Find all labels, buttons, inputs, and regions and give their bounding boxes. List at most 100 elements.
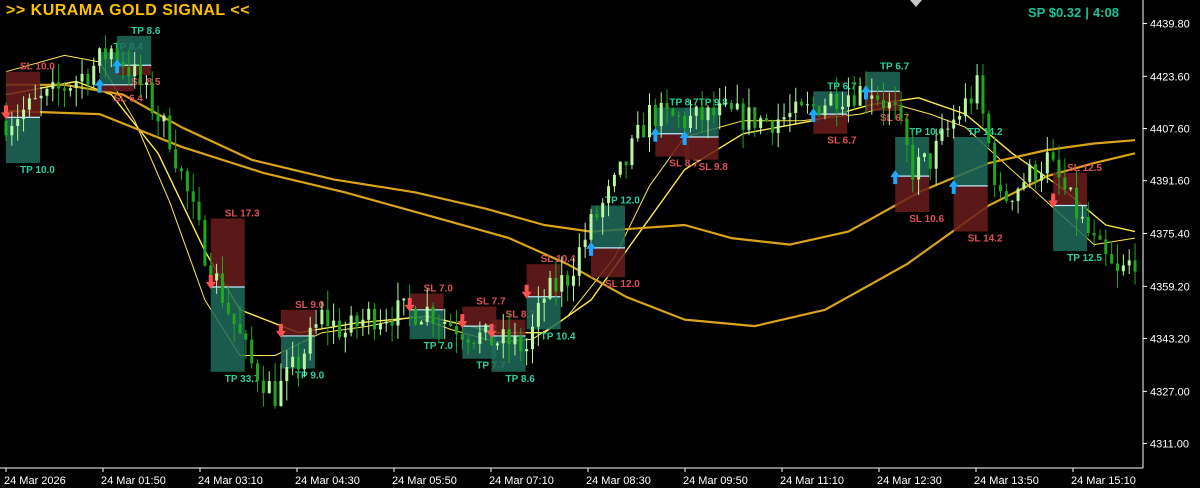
- bull-candle: [940, 129, 944, 141]
- sl-label: SL 12.5: [1067, 163, 1102, 174]
- bear-candle: [741, 103, 745, 130]
- sl-label: SL 12.0: [605, 279, 640, 290]
- tp-label: TP 6.7: [880, 62, 910, 73]
- bear-candle: [250, 339, 254, 364]
- time-tick-label: 24 Mar 11:10: [780, 475, 844, 487]
- bear-candle: [232, 313, 236, 325]
- chart-shift-marker[interactable]: [910, 0, 922, 7]
- bear-candle: [1051, 152, 1055, 160]
- bear-candle: [677, 115, 681, 117]
- bear-candle: [911, 144, 915, 180]
- bull-candle: [536, 302, 540, 327]
- bear-candle: [273, 380, 277, 407]
- separator: |: [1085, 5, 1089, 20]
- bear-candle: [256, 363, 260, 381]
- bear-candle: [653, 104, 657, 127]
- bear-candle: [1092, 232, 1096, 236]
- bull-candle: [320, 309, 324, 325]
- bear-candle: [817, 106, 821, 116]
- tp-label: TP 6.7: [827, 81, 857, 92]
- bull-candle: [735, 103, 739, 110]
- bear-candle: [4, 120, 8, 136]
- bull-candle: [636, 124, 640, 139]
- bull-candle: [858, 86, 862, 106]
- bull-candle: [607, 186, 611, 203]
- time-tick-label: 24 Mar 05:50: [392, 475, 457, 487]
- bull-candle: [1069, 187, 1073, 190]
- tp-label: TP 33.7: [225, 374, 260, 385]
- bull-candle: [870, 95, 874, 99]
- bull-candle: [1045, 152, 1049, 174]
- bull-candle: [805, 104, 809, 106]
- bear-candle: [554, 277, 558, 292]
- bear-candle: [156, 113, 160, 122]
- sl-zone: [462, 306, 497, 327]
- bull-candle: [1016, 188, 1020, 201]
- bull-candle: [612, 174, 616, 187]
- bear-candle: [642, 124, 646, 138]
- tp-label: TP 9.0: [295, 371, 325, 382]
- price-tick-label: 4327.00: [1150, 386, 1190, 398]
- bull-candle: [279, 380, 283, 407]
- bear-candle: [566, 275, 570, 286]
- bull-candle: [583, 239, 587, 248]
- time-tick-label: 24 Mar 13:50: [974, 475, 1039, 487]
- bull-candle: [887, 102, 891, 109]
- indicator-title: >> KURAMA GOLD SIGNAL <<: [6, 2, 251, 19]
- bear-candle: [1034, 164, 1038, 181]
- tp-label: TP 8.7: [669, 98, 699, 109]
- bear-candle: [191, 191, 195, 202]
- tp-label: TP 8.6: [506, 374, 536, 385]
- bull-candle: [1039, 173, 1043, 181]
- time-tick-label: 24 Mar 09:50: [683, 475, 748, 487]
- bull-candle: [484, 324, 488, 333]
- bear-candle: [765, 118, 768, 122]
- price-tick-label: 4391.60: [1150, 176, 1190, 188]
- bear-candle: [700, 106, 704, 121]
- tp-zone: [117, 35, 152, 66]
- bull-candle: [776, 119, 780, 133]
- bull-candle: [946, 128, 950, 130]
- bear-candle: [1116, 263, 1119, 272]
- time-tick-label: 24 Mar 2026: [4, 475, 66, 487]
- spread-value: SP $0.32: [1028, 5, 1082, 20]
- bull-candle: [1121, 265, 1125, 272]
- bull-candle: [1022, 182, 1026, 189]
- bull-candle: [788, 112, 792, 118]
- bull-candle: [952, 119, 956, 129]
- bear-candle: [712, 107, 716, 116]
- tp-label: TP 14.2: [968, 127, 1003, 138]
- price-chart[interactable]: TP 10.0SL 10.0TP 8.4SL 6.4TP 8.6SL 8.5TP…: [0, 0, 1200, 488]
- tp-label: TP 10.0: [20, 165, 55, 176]
- bull-candle: [630, 138, 634, 165]
- bull-candle: [343, 332, 347, 338]
- bull-candle: [525, 349, 529, 352]
- bear-candle: [876, 95, 880, 100]
- bull-candle: [80, 73, 84, 82]
- bull-candle: [589, 214, 593, 240]
- time-tick-label: 24 Mar 15:10: [1071, 475, 1136, 487]
- bull-candle: [98, 48, 102, 66]
- bear-candle: [753, 107, 757, 128]
- price-tick-label: 4439.80: [1150, 18, 1190, 30]
- bull-candle: [419, 321, 423, 325]
- bull-candle: [74, 81, 78, 89]
- bear-candle: [180, 168, 183, 172]
- sl-label: SL 9.8: [699, 162, 729, 173]
- bear-candle: [326, 309, 330, 326]
- bear-candle: [449, 321, 453, 326]
- bull-candle: [367, 308, 371, 320]
- bear-candle: [150, 82, 154, 114]
- bar-timer: 4:08: [1092, 5, 1119, 20]
- bull-candle: [747, 107, 751, 130]
- price-tick-label: 4343.20: [1150, 334, 1190, 346]
- tp-label: TP 12.5: [1067, 253, 1102, 264]
- bull-candle: [601, 202, 605, 218]
- bear-candle: [139, 64, 143, 85]
- bull-candle: [958, 115, 962, 120]
- bear-candle: [893, 102, 897, 105]
- bear-candle: [220, 273, 224, 303]
- bull-candle: [542, 298, 546, 303]
- sl-zone: [895, 176, 930, 212]
- bull-candle: [963, 98, 967, 116]
